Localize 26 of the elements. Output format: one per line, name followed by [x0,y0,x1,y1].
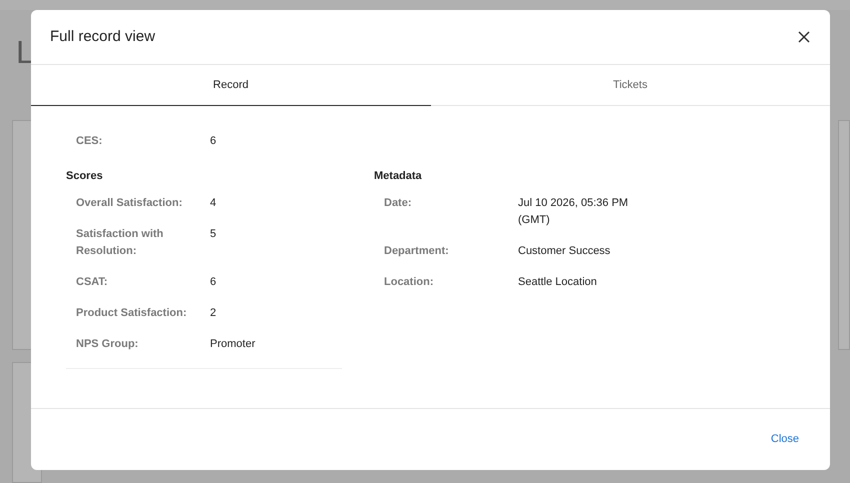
close-icon[interactable] [797,30,811,44]
field-label: NPS Group: [76,336,140,352]
field-label: CSAT: [76,274,109,290]
field-label: Location: [384,274,434,290]
field-value: 2 [210,306,216,320]
section-heading: Metadata [374,169,423,184]
field-value: Jul 10 2026, 05:36 PM (GMT) [518,196,630,228]
field-label: Date: [384,196,413,210]
field-value: 5 [210,226,216,242]
field-value: Promoter [210,336,256,352]
tab[interactable]: Tickets [430,65,830,105]
dialog-title: Full record view [50,26,156,47]
section-heading: Scores [66,169,104,184]
tab[interactable]: Record [31,65,430,106]
field-label: Department: [384,244,450,258]
field-label: Overall Satisfaction: [76,196,184,210]
field-label: CES: [76,134,104,149]
page-title: L [16,33,34,72]
field-value: 4 [210,196,216,210]
close-button[interactable]: Close [770,431,799,448]
field-value: Seattle Location [518,274,598,290]
field-label: Satisfaction with Resolution: [76,226,164,258]
field-value: 6 [210,274,216,290]
field-label: Product Satisfaction: [76,306,188,320]
field-value: 6 [210,134,216,149]
field-value: Customer Success [518,244,612,258]
